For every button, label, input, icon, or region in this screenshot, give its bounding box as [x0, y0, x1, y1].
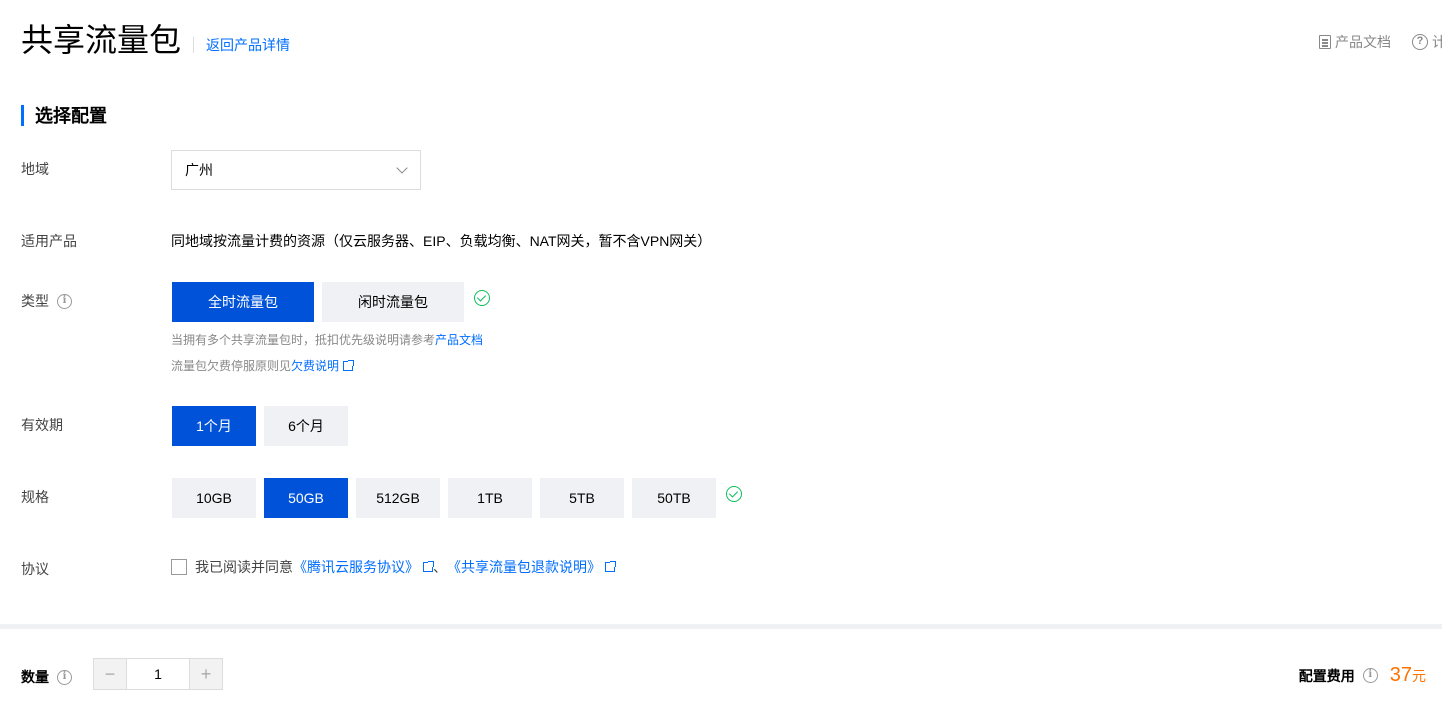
help-icon: ?: [1412, 34, 1428, 50]
type-label-text: 类型: [21, 293, 49, 309]
chevron-down-icon: [396, 162, 408, 174]
spec-option-1tb[interactable]: 1TB: [448, 478, 532, 518]
agreement-separator: 、: [433, 559, 447, 575]
type-tip-priority-text: 当拥有多个共享流量包时，抵扣优先级说明请参考: [171, 333, 436, 347]
spec-option-5tb[interactable]: 5TB: [540, 478, 624, 518]
product-doc-label: 产品文档: [1335, 34, 1391, 50]
spec-option-50tb[interactable]: 50TB: [632, 478, 716, 518]
type-tip-doc-link[interactable]: 产品文档: [435, 331, 483, 348]
quantity-label: 数量 i: [21, 667, 72, 687]
type-tip-priority: 当拥有多个共享流量包时，抵扣优先级说明请参考 产品文档: [171, 331, 483, 348]
info-icon[interactable]: i: [1362, 668, 1378, 683]
service-agreement-link-wrap[interactable]: 《腾讯云服务协议》: [293, 557, 434, 577]
back-to-product-link[interactable]: 返回产品详情: [206, 36, 290, 54]
external-link-icon[interactable]: [605, 561, 616, 572]
fee-amount: 37元: [1386, 664, 1426, 687]
info-icon[interactable]: i: [57, 669, 72, 685]
info-icon[interactable]: i: [57, 293, 72, 309]
check-circle-icon: [474, 290, 490, 306]
section-title: 选择配置: [21, 104, 107, 126]
region-select[interactable]: 广州: [171, 150, 421, 190]
document-icon: [1319, 35, 1331, 49]
region-label: 地域: [21, 159, 49, 179]
agreement-prefix: 我已阅读并同意: [195, 559, 293, 575]
agreement-checkbox[interactable]: [171, 559, 187, 575]
title-divider: [193, 37, 194, 53]
service-agreement-link[interactable]: 《腾讯云服务协议》: [293, 557, 419, 577]
validity-option-6months[interactable]: 6个月: [264, 406, 348, 446]
agreement-row: 我已阅读并同意 《腾讯云服务协议》 、 《共享流量包退款说明》: [171, 557, 616, 577]
page-title: 共享流量包: [21, 22, 182, 58]
spec-label: 规格: [21, 487, 49, 507]
spec-option-512gb[interactable]: 512GB: [356, 478, 440, 518]
fee-unit: 元: [1412, 668, 1426, 684]
config-fee: 配置费用 i 37元: [1299, 664, 1426, 687]
type-option-idle[interactable]: 闲时流量包: [322, 282, 464, 322]
type-tip-arrears-text: 流量包欠费停服原则见: [171, 359, 292, 373]
product-label-text: 适用产品: [21, 233, 77, 249]
quantity-label-text: 数量: [21, 669, 49, 685]
arrears-explanation-link[interactable]: 欠费说明: [291, 357, 339, 374]
region-select-value: 广州: [185, 162, 213, 178]
product-description: 同地域按流量计费的资源（仅云服务器、EIP、负载均衡、NAT网关，暂不含VPN网…: [171, 233, 712, 249]
section-title-text: 选择配置: [35, 106, 107, 126]
validity-label: 有效期: [21, 415, 63, 435]
fee-label: 配置费用: [1298, 667, 1355, 684]
spec-option-10gb[interactable]: 10GB: [172, 478, 256, 518]
validity-option-1month[interactable]: 1个月: [172, 406, 256, 446]
page-header: 共享流量包 返回产品详情 产品文档 ? 计: [0, 0, 1442, 80]
agreement-label-text: 协议: [21, 561, 49, 577]
quantity-increase-button[interactable]: +: [190, 659, 222, 689]
agreement-label: 协议: [21, 559, 49, 579]
type-option-fulltime[interactable]: 全时流量包: [172, 282, 314, 322]
type-label: 类型 i: [21, 291, 72, 311]
quantity-stepper: − 1 +: [93, 658, 223, 690]
section-accent-bar: [21, 104, 24, 126]
quantity-decrease-button[interactable]: −: [94, 659, 126, 689]
help-link[interactable]: ? 计: [1412, 33, 1442, 51]
validity-label-text: 有效期: [21, 417, 63, 433]
type-tip-arrears: 流量包欠费停服原则见 欠费说明: [171, 357, 355, 374]
quantity-input[interactable]: 1: [126, 659, 190, 689]
refund-policy-link[interactable]: 《共享流量包退款说明》: [447, 557, 601, 577]
refund-policy-link-wrap[interactable]: 《共享流量包退款说明》: [447, 557, 616, 577]
help-label: 计: [1432, 34, 1442, 50]
external-link-icon[interactable]: [343, 359, 355, 371]
product-doc-link[interactable]: 产品文档: [1319, 33, 1391, 51]
product-label: 适用产品: [21, 231, 77, 251]
check-circle-icon: [726, 486, 742, 502]
spec-option-50gb[interactable]: 50GB: [264, 478, 348, 518]
region-label-text: 地域: [21, 161, 49, 177]
fee-value: 37: [1389, 664, 1412, 686]
external-link-icon[interactable]: [423, 561, 434, 572]
spec-label-text: 规格: [21, 489, 49, 505]
